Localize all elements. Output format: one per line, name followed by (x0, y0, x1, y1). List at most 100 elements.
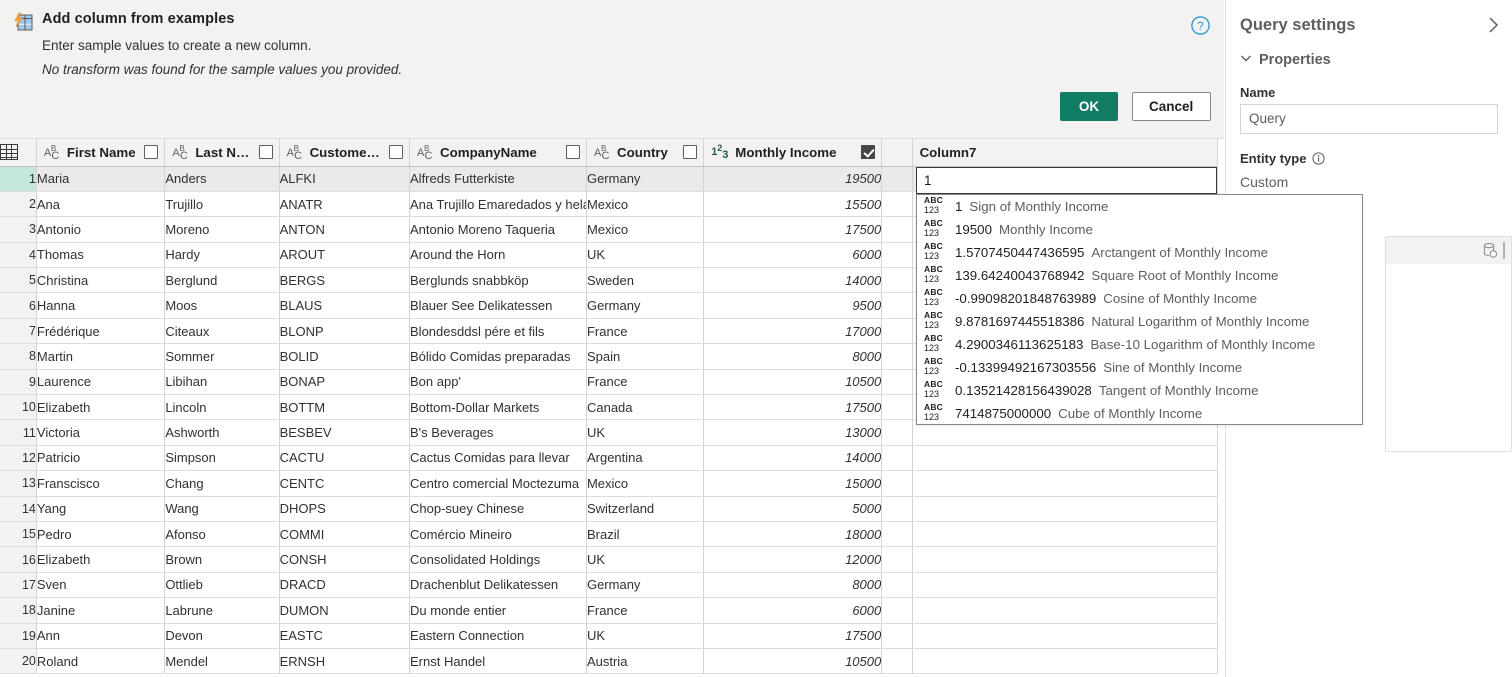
cell-first-name[interactable]: Elizabeth (36, 546, 166, 573)
column-header-last-name[interactable]: ABC Last Name (164, 139, 280, 167)
cell-country[interactable]: UK (586, 546, 705, 573)
suggestion-item[interactable]: ABC 123 19500 Monthly Income (917, 218, 1362, 241)
cell-customerid[interactable]: CENTC (279, 470, 411, 497)
cell-first-name[interactable]: Hanna (36, 292, 166, 319)
cell-monthly-income[interactable]: 17000 (703, 318, 883, 345)
cell-monthly-income[interactable]: 17500 (703, 216, 883, 243)
cell-monthly-income[interactable]: 8000 (703, 343, 883, 370)
cell-companyname[interactable]: Eastern Connection (409, 623, 587, 649)
table-row[interactable]: 16 Elizabeth Brown CONSH Consolidated Holdin… (0, 546, 1219, 573)
column-checkbox-customerid[interactable] (389, 145, 404, 160)
applied-steps-panel[interactable] (1385, 236, 1512, 452)
cell-column7[interactable] (912, 546, 1219, 573)
cell-last-name[interactable]: Libihan (164, 369, 280, 396)
column-header-first-name[interactable]: ABC First Name (36, 139, 166, 167)
cell-last-name[interactable]: Ottlieb (164, 572, 280, 599)
column-header-column7[interactable]: Column7 (912, 139, 1219, 167)
cell-customerid[interactable]: BERGS (279, 267, 411, 294)
cell-monthly-income[interactable]: 19500 (703, 166, 883, 192)
table-row[interactable]: 12 Patricio Simpson CACTU Cactus Comidas par… (0, 445, 1219, 472)
cell-first-name[interactable]: Victoria (36, 419, 166, 446)
cell-monthly-income[interactable]: 10500 (703, 369, 883, 396)
cell-country[interactable]: Germany (586, 292, 705, 319)
cell-column7[interactable] (912, 445, 1219, 472)
column-header-companyname[interactable]: ABC CompanyName (409, 139, 587, 167)
cell-first-name[interactable]: Antonio (36, 216, 166, 243)
applied-step-source[interactable] (1386, 237, 1511, 265)
cell-customerid[interactable]: BOLID (279, 343, 411, 370)
cell-country[interactable]: France (586, 318, 705, 345)
cell-companyname[interactable]: Consolidated Holdings (409, 546, 587, 573)
cell-last-name[interactable]: Wang (164, 496, 280, 522)
cell-monthly-income[interactable]: 17500 (703, 394, 883, 421)
cell-country[interactable]: France (586, 597, 705, 624)
cell-companyname[interactable]: Bon app' (409, 369, 587, 396)
cell-country[interactable]: Austria (586, 648, 705, 675)
cell-customerid[interactable]: ANTON (279, 216, 411, 243)
cell-monthly-income[interactable]: 15000 (703, 470, 883, 497)
cell-companyname[interactable]: Drachenblut Delikatessen (409, 572, 587, 599)
cell-customerid[interactable]: ERNSH (279, 648, 411, 675)
cell-companyname[interactable]: Berglunds snabbköp (409, 267, 587, 294)
cell-last-name[interactable]: Brown (164, 546, 280, 573)
select-all-grid-icon[interactable] (0, 139, 37, 167)
cell-last-name[interactable]: Moreno (164, 216, 280, 243)
cell-customerid[interactable]: BLONP (279, 318, 411, 345)
cell-customerid[interactable]: CACTU (279, 445, 411, 472)
cell-first-name[interactable]: Patricio (36, 445, 166, 472)
cell-last-name[interactable]: Simpson (164, 445, 280, 472)
cell-customerid[interactable]: ALFKI (279, 166, 411, 192)
cell-companyname[interactable]: Antonio Moreno Taqueria (409, 216, 587, 243)
cell-monthly-income[interactable]: 6000 (703, 242, 883, 269)
cell-first-name[interactable]: Christina (36, 267, 166, 294)
query-name-input[interactable]: Query (1240, 104, 1498, 134)
properties-section-header[interactable]: Properties (1240, 52, 1331, 68)
cell-customerid[interactable]: CONSH (279, 546, 411, 573)
table-row[interactable]: 20 Roland Mendel ERNSH Ernst Handel Austria 10… (0, 648, 1219, 675)
cell-last-name[interactable]: Hardy (164, 242, 280, 269)
cell-country[interactable]: Canada (586, 394, 705, 421)
cell-first-name[interactable]: Laurence (36, 369, 166, 396)
cell-customerid[interactable]: COMMI (279, 521, 411, 548)
cell-last-name[interactable]: Anders (164, 166, 280, 192)
cell-monthly-income[interactable]: 6000 (703, 597, 883, 624)
cell-customerid[interactable]: AROUT (279, 242, 411, 269)
cell-companyname[interactable]: Ana Trujillo Emaredados y helados (409, 191, 587, 218)
cell-last-name[interactable]: Citeaux (164, 318, 280, 345)
cell-country[interactable]: Sweden (586, 267, 705, 294)
suggestion-item[interactable]: ABC 123 -0.13399492167303556 Sine of Monthl… (917, 356, 1362, 379)
cell-first-name[interactable]: Ana (36, 191, 166, 218)
cell-last-name[interactable]: Ashworth (164, 419, 280, 446)
table-row[interactable]: 18 Janine Labrune DUMON Du monde entier Franc… (0, 597, 1219, 624)
cell-last-name[interactable]: Berglund (164, 267, 280, 294)
cell-column7[interactable] (912, 470, 1219, 497)
cell-last-name[interactable]: Afonso (164, 521, 280, 548)
cell-monthly-income[interactable]: 18000 (703, 521, 883, 548)
new-column-value-input[interactable]: 1 (916, 167, 1217, 194)
cell-country[interactable]: Switzerland (586, 496, 705, 522)
suggestion-item[interactable]: ABC 123 1.5707450447436595 Arctangent of Mo… (917, 241, 1362, 264)
help-circle-icon[interactable]: ? (1190, 15, 1211, 36)
chevron-right-icon[interactable] (1482, 14, 1504, 36)
table-row[interactable]: 17 Sven Ottlieb DRACD Drachenblut Delikatess… (0, 572, 1219, 599)
cell-first-name[interactable]: Elizabeth (36, 394, 166, 421)
cell-last-name[interactable]: Moos (164, 292, 280, 319)
cell-monthly-income[interactable]: 12000 (703, 546, 883, 573)
transform-suggestions-dropdown[interactable]: ABC 123 1 Sign of Monthly Income ABC 123 19500… (916, 194, 1363, 425)
cell-column7[interactable] (912, 572, 1219, 599)
cell-country[interactable]: UK (586, 242, 705, 269)
cell-country[interactable]: Germany (586, 166, 705, 192)
cell-column7[interactable] (912, 648, 1219, 675)
cell-companyname[interactable]: Bólido Comidas preparadas (409, 343, 587, 370)
ok-button[interactable]: OK (1060, 92, 1118, 121)
cell-last-name[interactable]: Trujillo (164, 191, 280, 218)
cancel-button[interactable]: Cancel (1131, 92, 1211, 121)
cell-customerid[interactable]: BESBEV (279, 419, 411, 446)
cell-first-name[interactable]: Yang (36, 496, 166, 522)
table-row[interactable]: 15 Pedro Afonso COMMI Comércio Mineiro Brazil… (0, 521, 1219, 548)
cell-first-name[interactable]: Sven (36, 572, 166, 599)
cell-last-name[interactable]: Chang (164, 470, 280, 497)
cell-last-name[interactable]: Mendel (164, 648, 280, 675)
cell-column7[interactable] (912, 623, 1219, 649)
column-checkbox-companyname[interactable] (565, 145, 580, 160)
